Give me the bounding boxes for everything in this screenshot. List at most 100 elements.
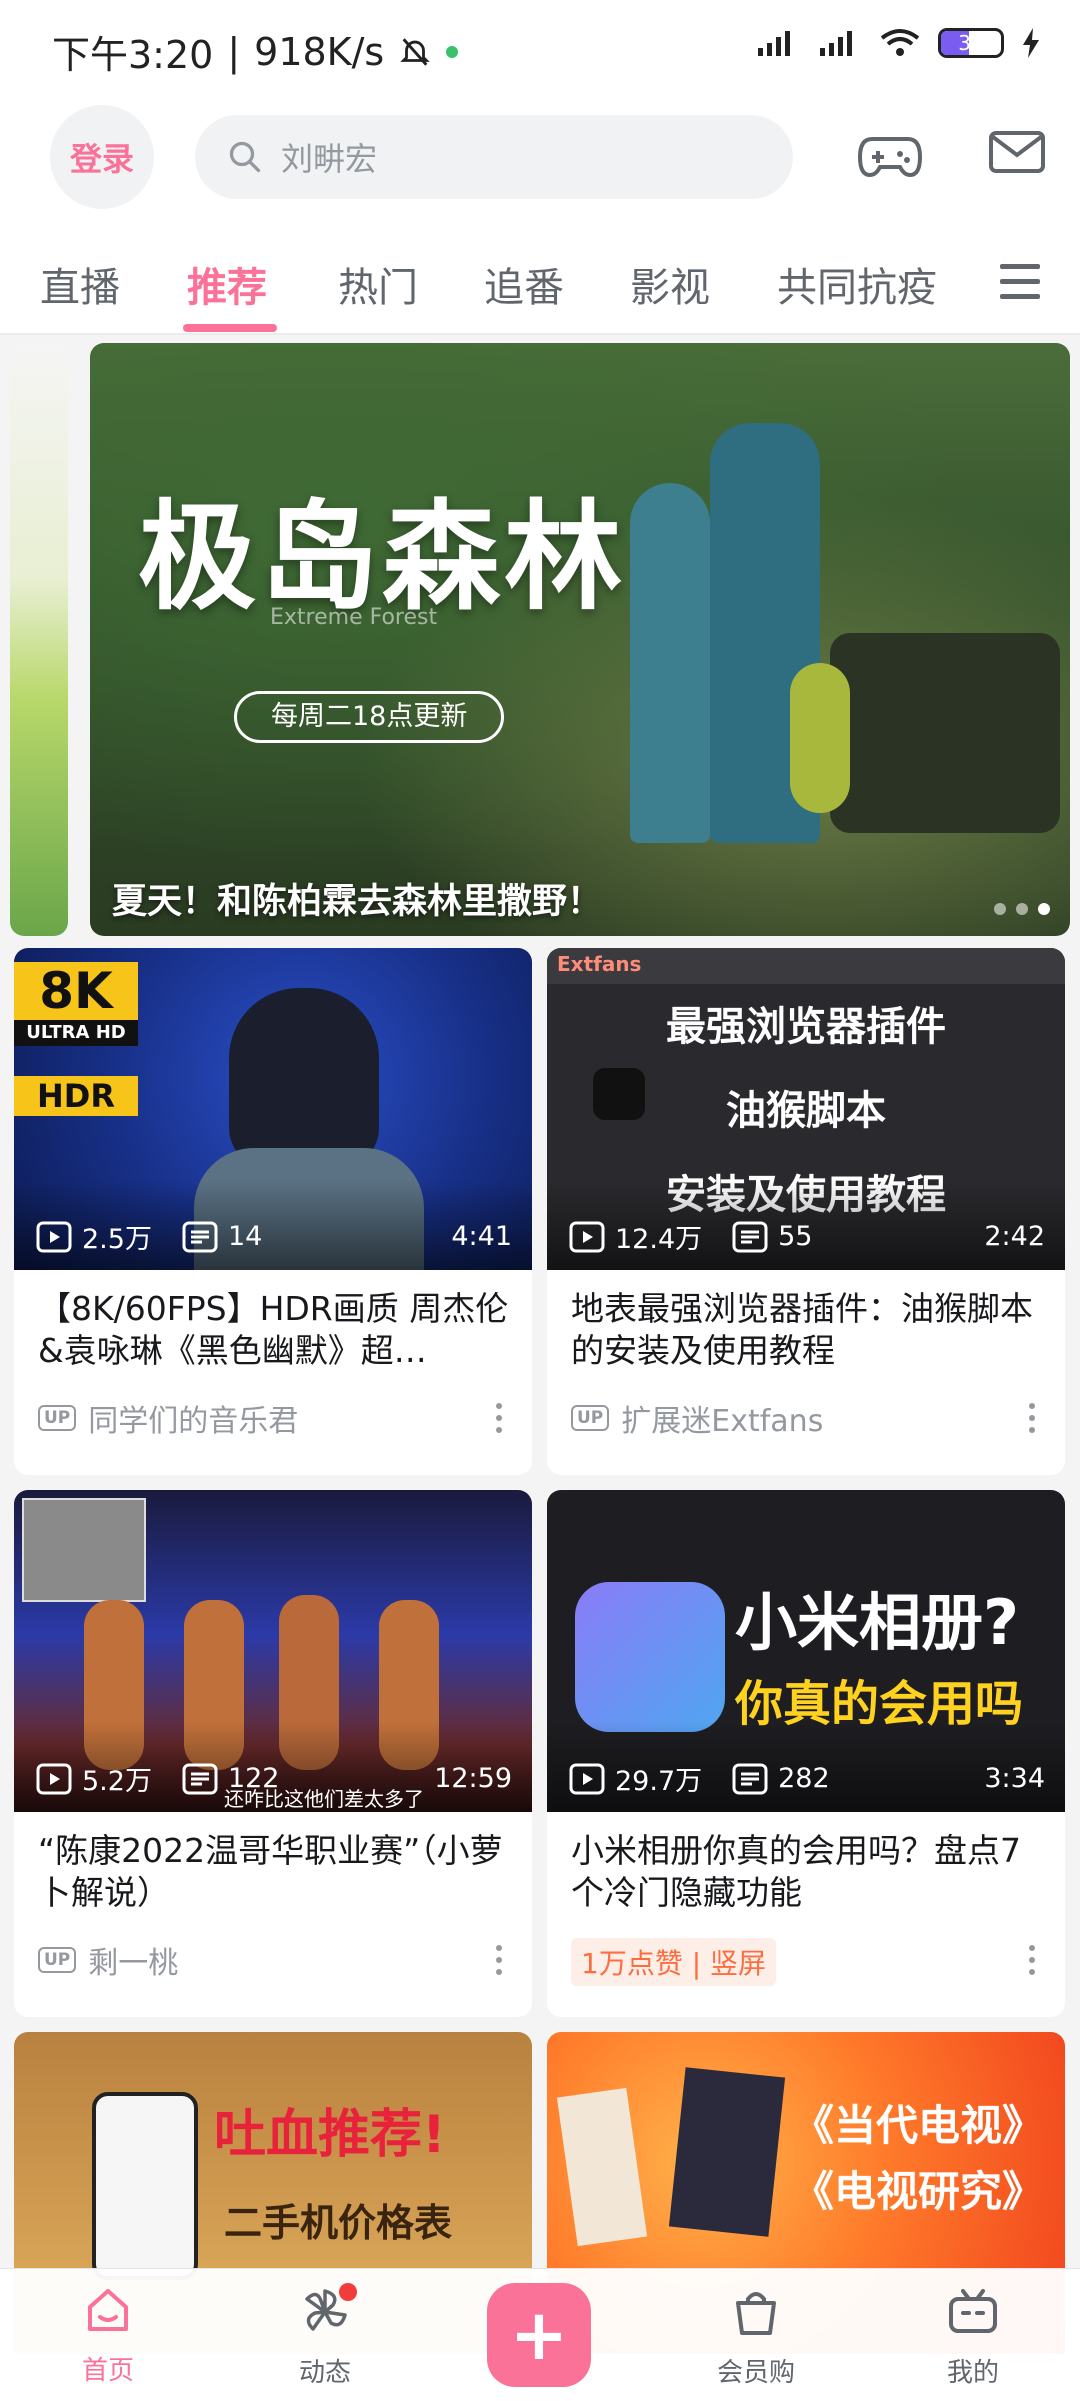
video-stats: 5.2万 122 12:59 — [36, 1759, 512, 1798]
extfans-logo: Extfans — [557, 952, 642, 976]
magazine-cover — [556, 2087, 648, 2247]
tab-hot[interactable]: 热门 — [338, 255, 418, 313]
tab-anti-epidemic[interactable]: 共同抗疫 — [777, 255, 937, 313]
video-thumbnail[interactable]: 8K ULTRA HD HDR 2.5万 14 4:41 — [14, 948, 532, 1270]
publish-plus-button[interactable]: + — [487, 2283, 591, 2387]
more-options-icon[interactable] — [1029, 1945, 1035, 1975]
danmaku-stat: 14 — [182, 1221, 262, 1253]
search-icon — [229, 141, 261, 173]
search-input[interactable]: 刘畊宏 — [195, 115, 793, 199]
play-count-icon — [36, 1763, 72, 1794]
active-tab-indicator — [183, 324, 277, 332]
banner-pagination — [994, 903, 1050, 915]
status-divider: | — [227, 29, 241, 74]
more-options-icon[interactable] — [1029, 1403, 1035, 1433]
status-right: 31 — [752, 28, 1040, 58]
danmaku-stat: 282 — [732, 1763, 830, 1795]
8k-badge: 8K — [14, 962, 138, 1020]
up-badge-icon: UP — [571, 1405, 610, 1431]
video-meta: UP 扩展迷Extfans — [571, 1396, 823, 1440]
video-thumbnail[interactable]: 小米相册? 你真的会用吗 29.7万 282 3:34 — [547, 1490, 1065, 1812]
video-card[interactable]: 8K ULTRA HD HDR 2.5万 14 4:41 【8K/60FPS】H… — [14, 948, 532, 1475]
uploader-name[interactable]: 剩一桃 — [88, 1938, 178, 1982]
video-meta: UP 剩一桃 — [38, 1938, 178, 1982]
video-title[interactable]: 【8K/60FPS】HDR画质 周杰伦&袁咏琳《黑色幽默》超… — [38, 1288, 513, 1372]
views-stat: 2.5万 — [36, 1217, 152, 1256]
tab-movies[interactable]: 影视 — [630, 255, 710, 313]
video-thumbnail[interactable]: Extfans 最强浏览器插件 油猴脚本 安装及使用教程 12.4万 55 2:… — [547, 948, 1065, 1270]
tab-recommend[interactable]: 推荐 — [187, 255, 267, 313]
danmaku-count: 282 — [778, 1763, 830, 1794]
thumbnail-headline-2: 《电视研究》 — [792, 2167, 1045, 2216]
phone-illustration — [92, 2092, 198, 2280]
signal-icon — [820, 31, 852, 56]
magazine-cover — [668, 2067, 786, 2237]
wifi-icon — [880, 29, 920, 56]
more-options-icon[interactable] — [496, 1403, 502, 1433]
tab-live[interactable]: 直播 — [40, 255, 120, 313]
view-count: 29.7万 — [615, 1766, 703, 1797]
danmaku-count: 122 — [227, 1763, 280, 1794]
video-duration: 12:59 — [434, 1763, 512, 1794]
battery-icon: 31 — [938, 28, 1004, 58]
danmaku-icon — [732, 1763, 768, 1794]
video-duration: 3:34 — [984, 1763, 1045, 1794]
thumbnail-headline-1: 最强浏览器插件 — [666, 1004, 946, 1050]
video-title[interactable]: 地表最强浏览器插件：油猴脚本的安装及使用教程 — [571, 1288, 1046, 1372]
video-meta: 1万点赞 | 竖屏 — [571, 1938, 777, 1986]
top-header: 登录 刘畊宏 — [0, 95, 1080, 235]
view-count: 2.5万 — [82, 1224, 152, 1255]
views-stat: 5.2万 — [36, 1759, 152, 1798]
video-card[interactable]: 还咋比这他们差太多了 5.2万 122 12:59 “陈康2022温哥华职业赛”… — [14, 1490, 532, 2017]
nav-mall[interactable]: 会员购 — [686, 2287, 826, 2389]
video-thumbnail[interactable]: 还咋比这他们差太多了 5.2万 122 12:59 — [14, 1490, 532, 1812]
more-options-icon[interactable] — [496, 1945, 502, 1975]
banner-previous-slide[interactable] — [10, 343, 68, 936]
video-title[interactable]: 小米相册你真的会用吗？盘点7个冷门隐藏功能 — [571, 1830, 1046, 1914]
danmaku-icon — [732, 1221, 768, 1252]
thumbnail-headline-1: 《当代电视》 — [792, 2101, 1045, 2150]
singer-figure — [229, 988, 379, 1168]
uploader-name[interactable]: 扩展迷Extfans — [621, 1396, 823, 1440]
banner-atv — [830, 633, 1060, 833]
video-stats: 12.4万 55 2:42 — [569, 1217, 1045, 1256]
likes-tag-badge: 1万点赞 | 竖屏 — [571, 1938, 777, 1986]
tv-profile-icon — [949, 2289, 997, 2333]
nav-dynamic[interactable]: 动态 — [255, 2283, 395, 2389]
tab-anime[interactable]: 追番 — [484, 255, 564, 313]
banner-dot — [994, 903, 1006, 915]
login-button[interactable]: 登录 — [50, 105, 154, 209]
play-count-icon — [569, 1763, 605, 1794]
hdr-badge: HDR — [14, 1076, 138, 1116]
video-card[interactable]: 小米相册? 你真的会用吗 29.7万 282 3:34 小米相册你真的会用吗？盘… — [547, 1490, 1065, 2017]
status-time: 下午3:20 — [52, 33, 214, 77]
game-controller-icon[interactable] — [858, 127, 922, 183]
network-speed: 918K/s — [254, 29, 385, 74]
menu-icon[interactable] — [998, 262, 1042, 302]
unread-dot — [339, 2283, 357, 2301]
danmaku-count: 14 — [227, 1221, 263, 1252]
play-count-icon — [569, 1221, 605, 1252]
banner-caption: 夏天！和陈柏霖去森林里撒野！ — [112, 882, 603, 922]
thumbnail-headline-1: 吐血推荐! — [214, 2105, 446, 2165]
status-left: 下午3:20 | 918K/s — [52, 24, 459, 79]
banner-dot — [1016, 903, 1028, 915]
video-title[interactable]: “陈康2022温哥华职业赛”（小萝卜解说） — [38, 1830, 513, 1914]
mail-icon[interactable] — [988, 127, 1046, 175]
view-count: 12.4万 — [615, 1224, 703, 1255]
banner-carousel[interactable]: 极岛森林 Extreme Forest 每周二18点更新 夏天！和陈柏霖去森林里… — [90, 343, 1070, 936]
mute-bell-icon — [400, 37, 430, 66]
nav-home[interactable]: 首页 — [38, 2287, 178, 2387]
views-stat: 12.4万 — [569, 1217, 702, 1256]
up-badge-icon: UP — [38, 1405, 77, 1431]
up-badge-icon: UP — [38, 1947, 77, 1973]
play-count-icon — [36, 1221, 72, 1252]
nav-mine[interactable]: 我的 — [903, 2287, 1043, 2389]
uploader-name[interactable]: 同学们的音乐君 — [88, 1396, 298, 1440]
banner-schedule-pill: 每周二18点更新 — [234, 691, 505, 743]
gallery-app-icon — [575, 1582, 725, 1732]
search-placeholder: 刘畊宏 — [281, 140, 378, 178]
home-tv-icon — [88, 2289, 128, 2331]
video-card[interactable]: Extfans 最强浏览器插件 油猴脚本 安装及使用教程 12.4万 55 2:… — [547, 948, 1065, 1475]
nav-home-label: 首页 — [81, 2356, 134, 2386]
